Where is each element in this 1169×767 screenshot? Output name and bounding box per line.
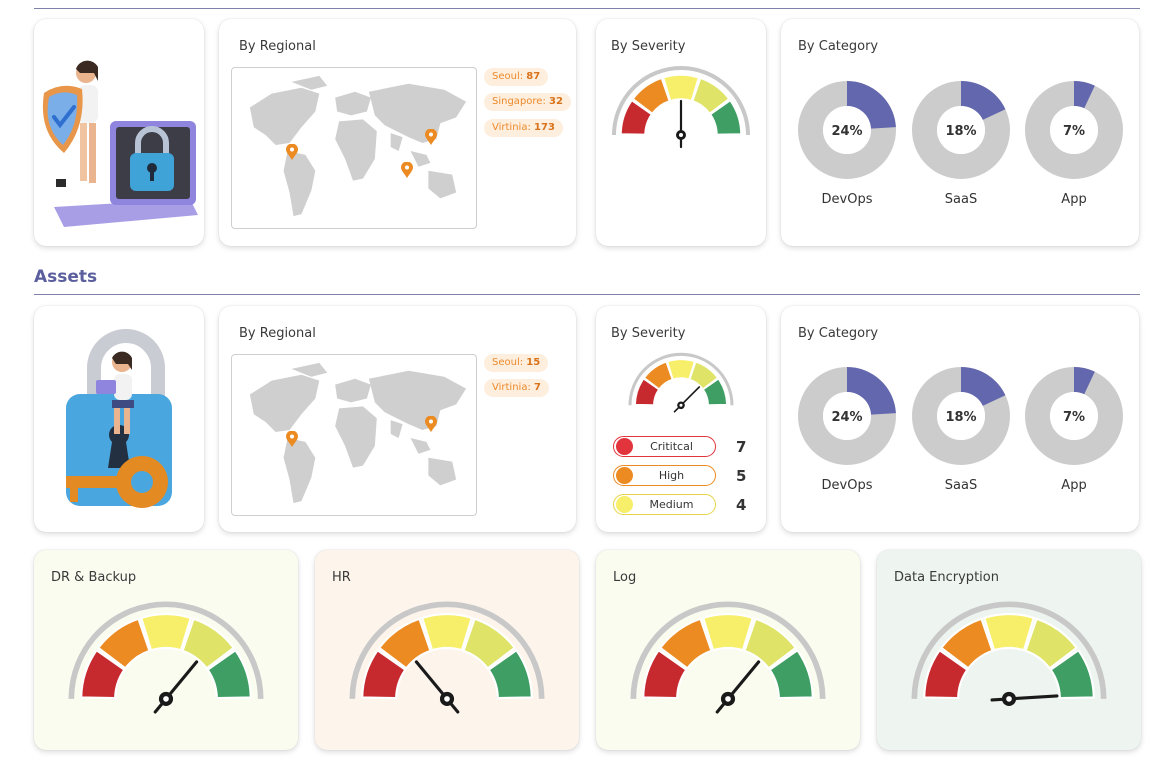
gauge-card-hr: HR bbox=[315, 550, 579, 750]
map-pin-icon[interactable] bbox=[401, 162, 413, 178]
gauge-hub-dot bbox=[679, 403, 683, 407]
top-divider bbox=[34, 8, 1140, 9]
region-pill-seoul: Seoul: 15 bbox=[484, 354, 549, 372]
region-pill-virtinia: Virtinia: 7 bbox=[484, 379, 549, 397]
gauge-hub-dot bbox=[1006, 696, 1012, 702]
regional-title: By Regional bbox=[239, 326, 316, 341]
medium-count: 4 bbox=[736, 496, 747, 514]
data-encryption-gauge bbox=[911, 601, 1107, 706]
world-map[interactable] bbox=[231, 354, 477, 516]
padlock-key-illustration bbox=[66, 329, 172, 508]
hr-gauge bbox=[349, 601, 545, 714]
gauge-card-title: HR bbox=[332, 570, 351, 585]
assets-category-card: By Category 24% 18% 7% DevOps SaaS App bbox=[781, 306, 1139, 532]
gauge-card-data-encryption: Data Encryption bbox=[877, 550, 1141, 750]
gauge-card-title: DR & Backup bbox=[51, 570, 137, 585]
gauge-band-yellow bbox=[701, 613, 755, 652]
assets-regional-card: By Regional Seoul: 15 Virtinia: 7 bbox=[219, 306, 576, 532]
donut-percent: 18% bbox=[945, 410, 976, 425]
illustration-card-security bbox=[34, 19, 204, 246]
regional-title: By Regional bbox=[239, 39, 316, 54]
gauge-card-log: Log bbox=[596, 550, 860, 750]
category-label-devops: DevOps bbox=[821, 192, 873, 207]
security-illustration bbox=[42, 60, 198, 227]
category-title: By Category bbox=[798, 39, 879, 54]
donut-percent: 7% bbox=[1063, 124, 1085, 139]
map-pin-icon[interactable] bbox=[286, 431, 298, 447]
map-pin-icon[interactable] bbox=[425, 416, 437, 432]
donut-chart-devops: 24% bbox=[798, 81, 896, 179]
high-dot-icon bbox=[616, 467, 633, 484]
category-label-app: App bbox=[1061, 478, 1087, 493]
regional-card: By Regional Seoul: 87 Singapore: 32 Virt… bbox=[219, 19, 576, 246]
gauge-band-yellow bbox=[139, 613, 193, 652]
gauge-hub-dot bbox=[163, 696, 169, 702]
dr-backup-gauge bbox=[68, 601, 264, 714]
illustration-card-assets bbox=[34, 306, 204, 532]
category-label-saas: SaaS bbox=[944, 478, 978, 493]
gauge-hub-dot bbox=[725, 696, 731, 702]
section-title-assets: Assets bbox=[34, 267, 98, 287]
severity-title: By Severity bbox=[611, 326, 686, 341]
region-pill-singapore: Singapore: 32 bbox=[484, 93, 571, 111]
category-title: By Category bbox=[798, 326, 879, 341]
critical-count: 7 bbox=[736, 438, 747, 456]
donut-chart-devops: 24% bbox=[798, 367, 896, 465]
gauge-needle bbox=[153, 660, 199, 714]
category-label-devops: DevOps bbox=[821, 478, 873, 493]
gauge-card-title: Log bbox=[613, 570, 637, 585]
legend-item-critical[interactable]: Crititcal bbox=[613, 436, 716, 457]
donut-percent: 7% bbox=[1063, 410, 1085, 425]
donut-percent: 24% bbox=[831, 410, 862, 425]
legend-item-high[interactable]: High bbox=[613, 465, 716, 486]
gauge-needle bbox=[715, 660, 761, 714]
assets-severity-card: By Severity Crititcal 7 High 5 Medium 4 bbox=[596, 306, 766, 532]
category-card: By Category 24% 18% 7% DevOps SaaS App bbox=[781, 19, 1139, 246]
donut-chart-app: 7% bbox=[1025, 367, 1123, 465]
gauge-hub-dot bbox=[444, 696, 450, 702]
gauge-needle bbox=[990, 694, 1059, 702]
high-count: 5 bbox=[736, 467, 747, 485]
donut-percent: 24% bbox=[831, 124, 862, 139]
critical-dot-icon bbox=[616, 438, 633, 455]
donut-percent: 18% bbox=[945, 124, 976, 139]
gauge-band-yellow bbox=[420, 613, 474, 652]
gauge-needle bbox=[673, 386, 701, 413]
category-label-app: App bbox=[1061, 192, 1087, 207]
gauge-card-title: Data Encryption bbox=[894, 570, 999, 585]
gauge-card-dr-backup: DR & Backup bbox=[34, 550, 298, 750]
severity-title: By Severity bbox=[611, 39, 686, 54]
gauge-hub-dot bbox=[679, 133, 683, 137]
donut-chart-app: 7% bbox=[1025, 81, 1123, 179]
donut-chart-saas: 18% bbox=[912, 81, 1010, 179]
gauge-band-yellow bbox=[666, 359, 696, 380]
log-gauge bbox=[630, 601, 826, 714]
severity-gauge bbox=[612, 66, 750, 149]
region-pill-virtinia: Virtinia: 173 bbox=[484, 119, 563, 137]
map-pin-icon[interactable] bbox=[425, 129, 437, 145]
legend-item-medium[interactable]: Medium bbox=[613, 494, 716, 515]
severity-gauge bbox=[628, 352, 734, 413]
gauge-band-yellow bbox=[662, 74, 700, 102]
assets-divider bbox=[34, 294, 1140, 295]
severity-card: By Severity bbox=[596, 19, 766, 246]
gauge-needle bbox=[414, 660, 460, 714]
gauge-band-yellow bbox=[982, 613, 1036, 652]
donut-chart-saas: 18% bbox=[912, 367, 1010, 465]
region-pill-seoul: Seoul: 87 bbox=[484, 68, 549, 86]
world-map[interactable] bbox=[231, 67, 477, 229]
medium-dot-icon bbox=[616, 496, 633, 513]
category-label-saas: SaaS bbox=[944, 192, 978, 207]
map-pin-icon[interactable] bbox=[286, 144, 298, 160]
